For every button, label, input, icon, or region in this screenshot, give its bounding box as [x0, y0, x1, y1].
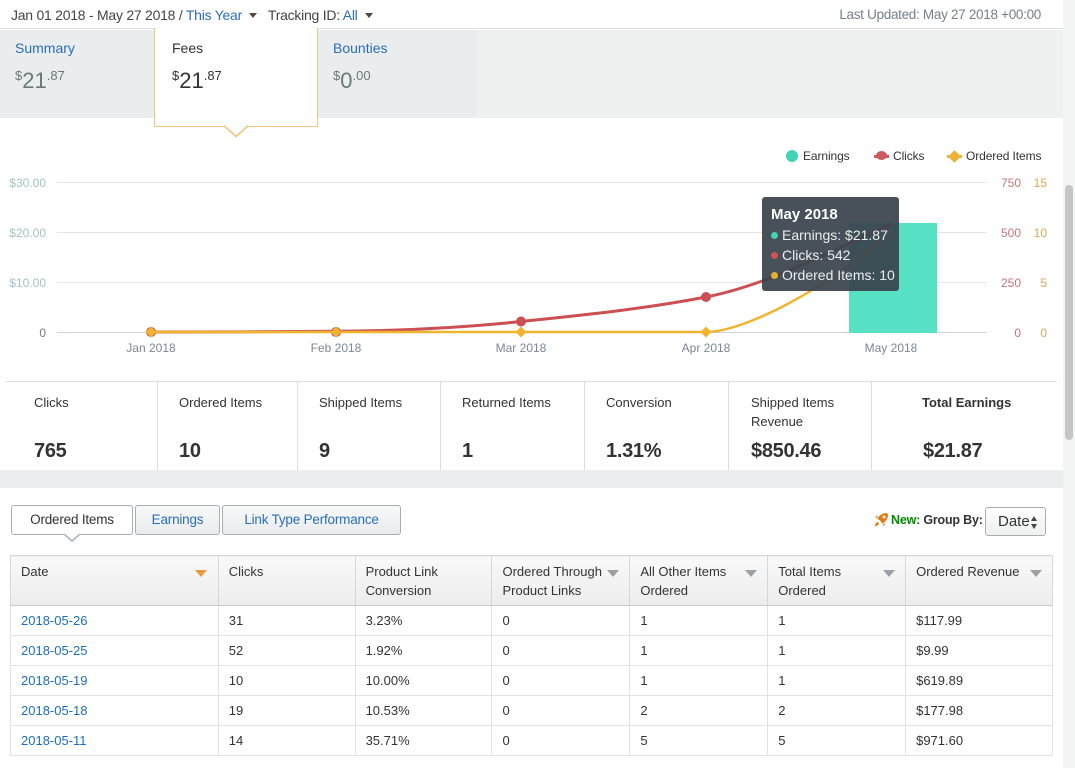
svg-text:May 2018: May 2018 — [865, 341, 918, 355]
svg-text:0: 0 — [39, 326, 46, 340]
svg-text:10: 10 — [1034, 226, 1048, 240]
svg-text:5: 5 — [1040, 276, 1047, 290]
svg-text:0: 0 — [1040, 326, 1047, 340]
svg-text:Feb 2018: Feb 2018 — [311, 341, 362, 355]
svg-text:250: 250 — [1001, 276, 1021, 290]
svg-text:Mar 2018: Mar 2018 — [496, 341, 547, 355]
svg-text:15: 15 — [1034, 176, 1048, 190]
svg-text:Apr 2018: Apr 2018 — [682, 341, 731, 355]
svg-text:$30.00: $30.00 — [9, 176, 46, 190]
svg-text:0: 0 — [1014, 326, 1021, 340]
svg-text:$20.00: $20.00 — [9, 226, 46, 240]
svg-text:Jan 2018: Jan 2018 — [126, 341, 176, 355]
svg-text:500: 500 — [1001, 226, 1021, 240]
svg-text:$10.00: $10.00 — [9, 276, 46, 290]
svg-text:750: 750 — [1001, 176, 1021, 190]
